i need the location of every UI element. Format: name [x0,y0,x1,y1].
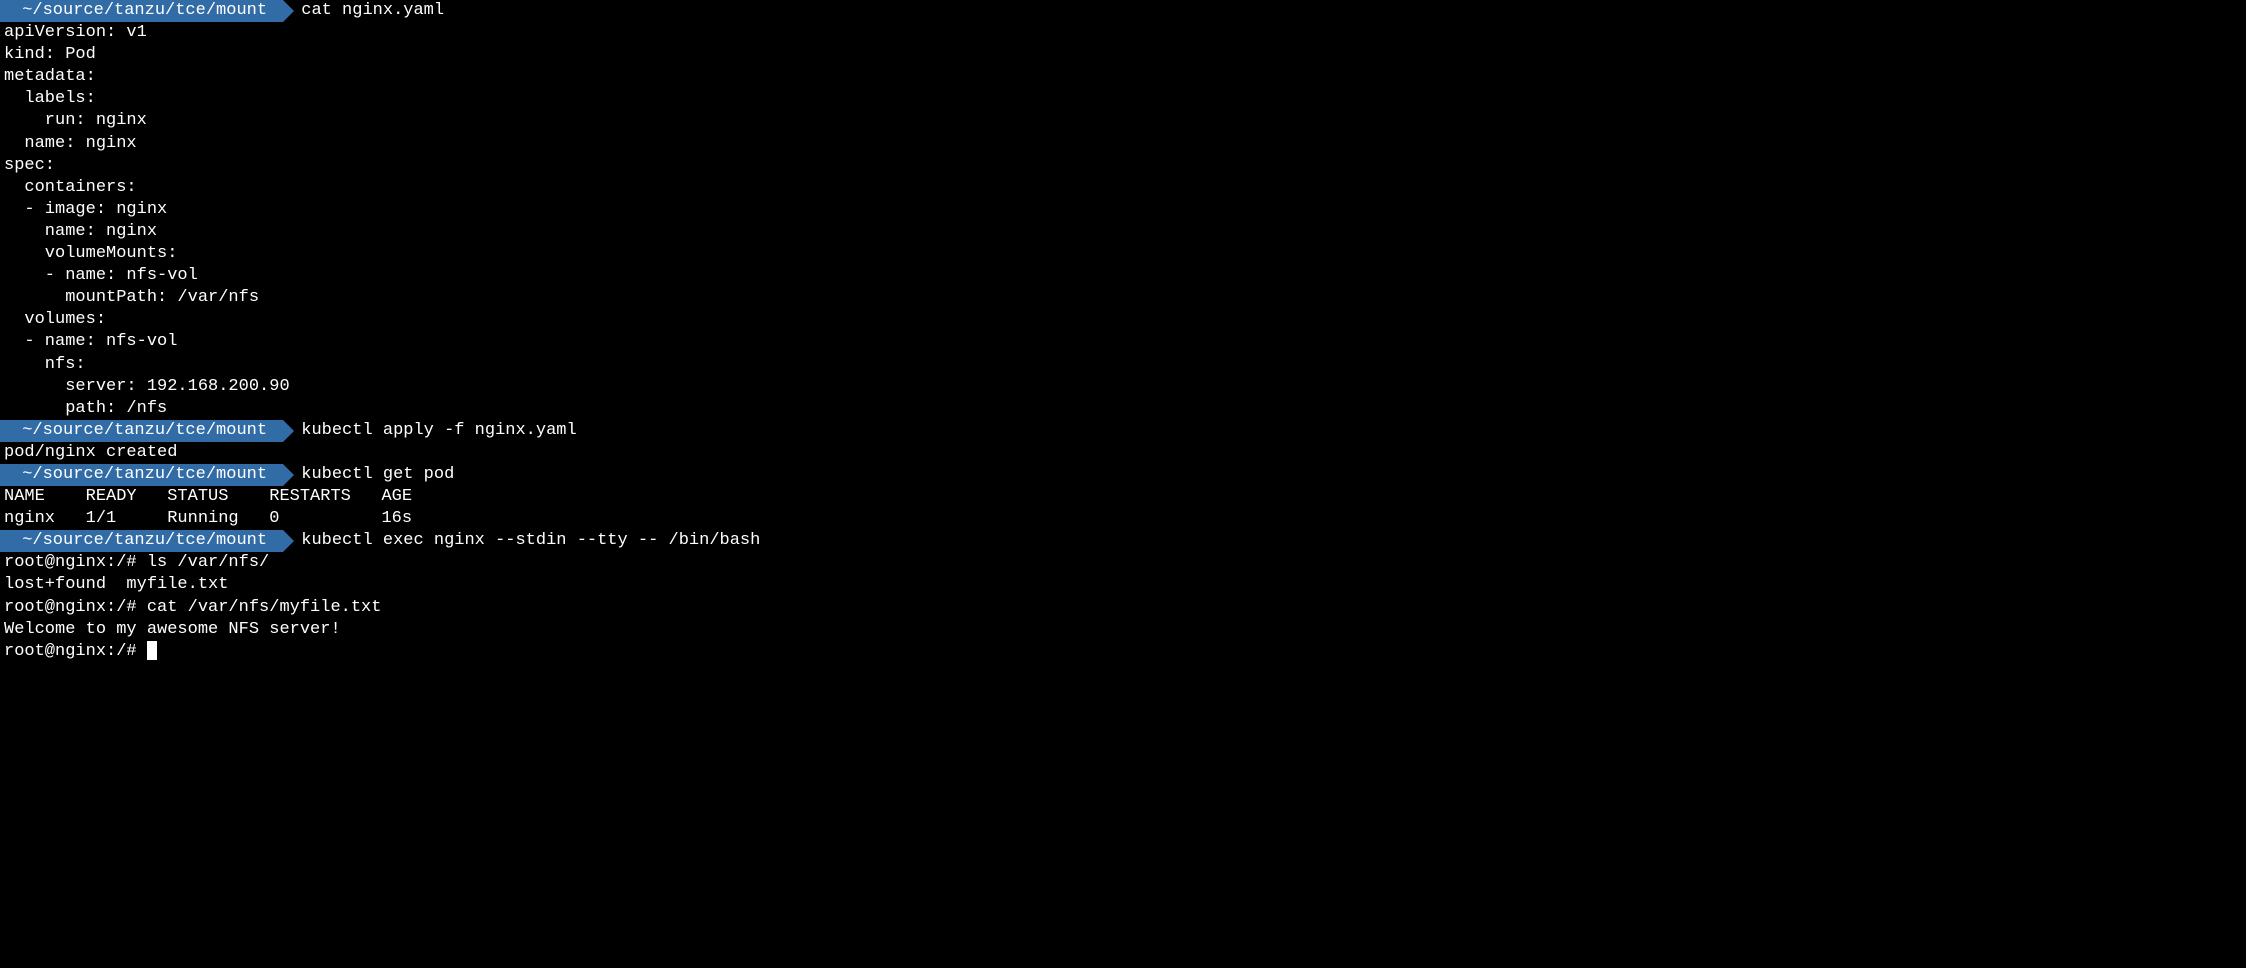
yaml-line: metadata: [4,66,2242,88]
output-line: pod/nginx created [4,442,2242,464]
prompt-path: ~/source/tanzu/tce/mount [22,421,267,440]
yaml-line: name: nginx [4,133,2242,155]
yaml-line: path: /nfs [4,398,2242,420]
shell-prompt-active[interactable]: root@nginx:/# [4,641,2242,663]
yaml-line: run: nginx [4,110,2242,132]
cursor-block [147,641,157,660]
terminal-window[interactable]: ~/source/tanzu/tce/mount cat nginx.yaml … [0,0,2246,663]
yaml-line: name: nginx [4,221,2242,243]
yaml-line: - name: nfs-vol [4,265,2242,287]
command-text: cat nginx.yaml [301,1,444,20]
command-text: kubectl get pod [301,465,454,484]
command-text: kubectl apply -f nginx.yaml [301,421,576,440]
yaml-line: kind: Pod [4,44,2242,66]
yaml-line: containers: [4,177,2242,199]
yaml-line: - name: nfs-vol [4,331,2242,353]
prompt-path: ~/source/tanzu/tce/mount [22,465,267,484]
prompt-path-badge: ~/source/tanzu/tce/mount [4,464,283,486]
yaml-line: labels: [4,88,2242,110]
shell-output: lost+found myfile.txt [4,574,2242,596]
command-text: kubectl exec nginx --stdin --tty -- /bin… [301,531,760,550]
yaml-line: apiVersion: v1 [4,22,2242,44]
shell-output: Welcome to my awesome NFS server! [4,619,2242,641]
shell-line: root@nginx:/# cat /var/nfs/myfile.txt [4,597,2242,619]
shell-line: root@nginx:/# ls /var/nfs/ [4,552,2242,574]
yaml-line: mountPath: /var/nfs [4,287,2242,309]
prompt-path: ~/source/tanzu/tce/mount [22,531,267,550]
pod-table-header: NAME READY STATUS RESTARTS AGE [4,486,2242,508]
prompt-path-badge: ~/source/tanzu/tce/mount [4,420,283,442]
yaml-line: spec: [4,155,2242,177]
yaml-line: server: 192.168.200.90 [4,376,2242,398]
yaml-line: volumes: [4,309,2242,331]
prompt-line: ~/source/tanzu/tce/mount kubectl get pod [4,464,2242,486]
yaml-line: - image: nginx [4,199,2242,221]
prompt-path-badge: ~/source/tanzu/tce/mount [4,0,283,22]
prompt-path-badge: ~/source/tanzu/tce/mount [4,530,283,552]
yaml-line: volumeMounts: [4,243,2242,265]
prompt-line: ~/source/tanzu/tce/mount kubectl exec ng… [4,530,2242,552]
pod-table-row: nginx 1/1 Running 0 16s [4,508,2242,530]
prompt-line: ~/source/tanzu/tce/mount kubectl apply -… [4,420,2242,442]
yaml-line: nfs: [4,354,2242,376]
shell-prompt-text: root@nginx:/# [4,642,147,661]
prompt-line: ~/source/tanzu/tce/mount cat nginx.yaml [4,0,2242,22]
prompt-path: ~/source/tanzu/tce/mount [22,1,267,20]
